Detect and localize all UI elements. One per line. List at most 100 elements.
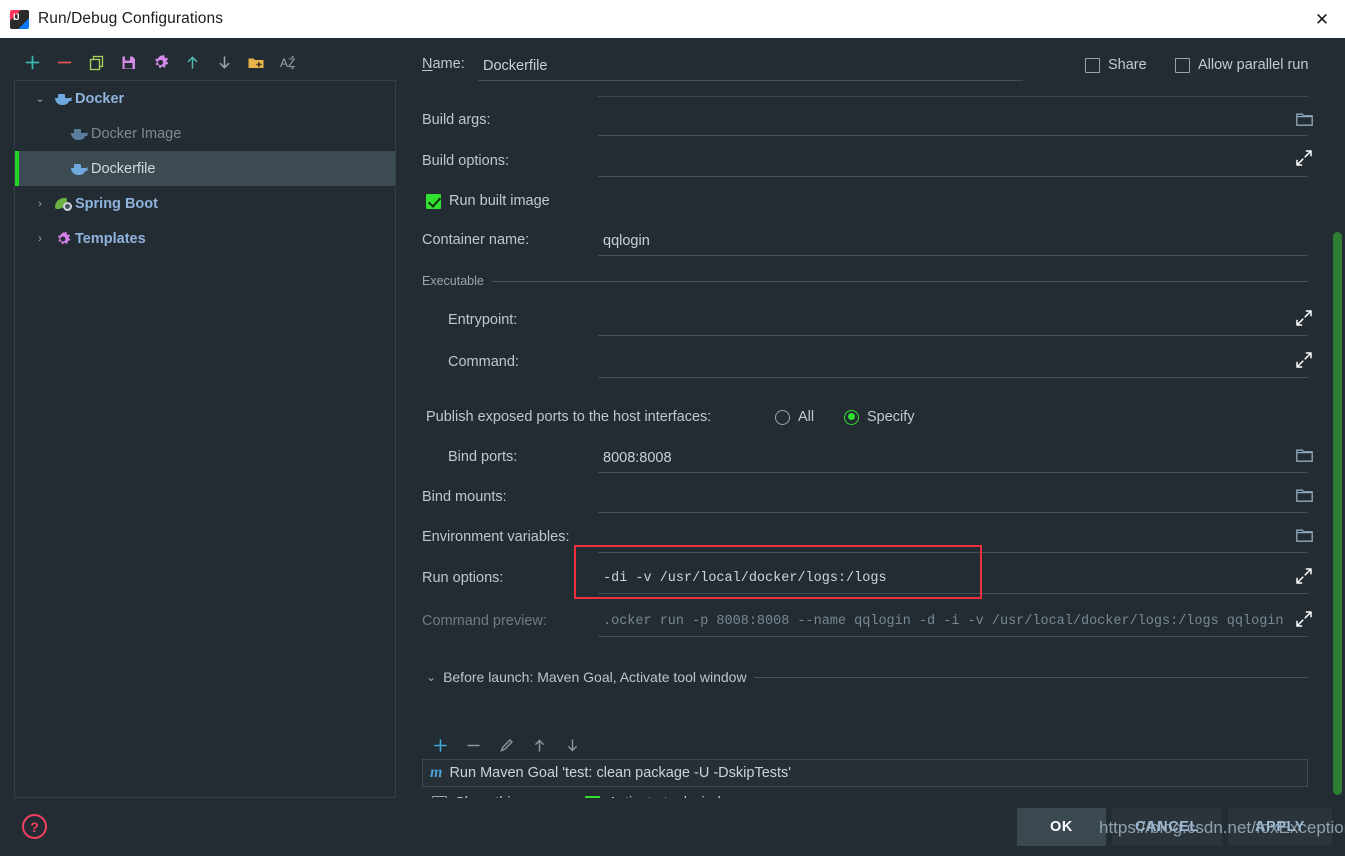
tree-item-templates[interactable]: › Templates bbox=[15, 221, 395, 256]
publish-ports-label: Publish exposed ports to the host interf… bbox=[426, 409, 712, 425]
build-args-label: Build args: bbox=[422, 112, 491, 128]
build-args-browse-icon[interactable] bbox=[1296, 112, 1313, 131]
command-expand-icon[interactable] bbox=[1296, 352, 1312, 373]
move-down-button[interactable] bbox=[208, 48, 240, 76]
before-launch-divider bbox=[753, 676, 1308, 678]
close-icon[interactable]: ✕ bbox=[1299, 0, 1345, 38]
executable-section-header: Executable bbox=[422, 274, 1308, 288]
run-options-field[interactable]: -di -v /usr/local/docker/logs:/logs bbox=[598, 564, 1308, 594]
ports-all-radio[interactable]: All bbox=[775, 409, 814, 425]
bind-ports-field[interactable]: 8008:8008 bbox=[598, 443, 1308, 473]
run-built-image-checkbox-box[interactable] bbox=[426, 193, 441, 209]
apply-button[interactable]: APPLY bbox=[1228, 808, 1332, 846]
vertical-scrollbar[interactable] bbox=[1333, 232, 1342, 795]
chevron-right-icon[interactable]: › bbox=[29, 233, 51, 245]
share-label: Share bbox=[1108, 57, 1147, 73]
container-name-label: Container name: bbox=[422, 232, 530, 248]
before-launch-toolbar bbox=[424, 733, 589, 757]
move-task-up-button[interactable] bbox=[523, 733, 556, 757]
ports-specify-radio[interactable]: Specify bbox=[844, 409, 915, 425]
tree-item-label: Templates bbox=[75, 230, 146, 247]
command-preview-label: Command preview: bbox=[422, 613, 547, 629]
run-options-expand-icon[interactable] bbox=[1296, 568, 1312, 589]
save-configuration-button[interactable] bbox=[112, 48, 144, 76]
bind-mounts-browse-icon[interactable] bbox=[1296, 488, 1313, 507]
run-options-label: Run options: bbox=[422, 570, 504, 586]
ports-all-radio-button[interactable] bbox=[775, 409, 790, 425]
command-preview-field: .ocker run -p 8008:8008 --name qqlogin -… bbox=[598, 607, 1308, 637]
help-icon[interactable]: ? bbox=[22, 814, 47, 839]
tree-item-dockerfile[interactable]: Dockerfile bbox=[15, 151, 395, 186]
configurations-toolbar: AZ bbox=[16, 48, 304, 76]
ok-button[interactable]: OK bbox=[1017, 808, 1106, 846]
sort-configurations-button[interactable]: AZ bbox=[272, 48, 304, 76]
chevron-down-icon[interactable]: ⌄ bbox=[426, 670, 436, 684]
command-preview-expand-icon[interactable] bbox=[1296, 611, 1312, 632]
chevron-right-icon[interactable]: › bbox=[29, 198, 51, 210]
environment-variables-browse-icon[interactable] bbox=[1296, 528, 1313, 547]
remove-configuration-button[interactable] bbox=[48, 48, 80, 76]
name-label-rest: ame: bbox=[432, 56, 465, 72]
move-task-down-button[interactable] bbox=[556, 733, 589, 757]
build-options-field[interactable] bbox=[598, 147, 1308, 177]
add-configuration-button[interactable] bbox=[16, 48, 48, 76]
add-before-launch-task-button[interactable] bbox=[424, 733, 457, 757]
clipped-text-row bbox=[420, 786, 1300, 798]
entrypoint-label: Entrypoint: bbox=[448, 312, 518, 328]
allow-parallel-run-checkbox-box[interactable] bbox=[1175, 57, 1190, 73]
entrypoint-expand-icon[interactable] bbox=[1296, 310, 1312, 331]
bind-ports-label: Bind ports: bbox=[448, 449, 518, 465]
docker-whale-icon bbox=[67, 127, 91, 140]
ports-specify-label: Specify bbox=[867, 409, 915, 425]
ports-specify-radio-button[interactable] bbox=[844, 409, 859, 425]
chevron-down-icon[interactable]: ⌄ bbox=[29, 92, 51, 105]
before-launch-header[interactable]: ⌄ Before launch: Maven Goal, Activate to… bbox=[426, 669, 1308, 685]
before-launch-task-row[interactable]: m Run Maven Goal 'test: clean package -U… bbox=[422, 759, 1308, 787]
environment-variables-field[interactable] bbox=[598, 523, 1308, 553]
bind-ports-browse-icon[interactable] bbox=[1296, 448, 1313, 467]
name-field[interactable]: Dockerfile bbox=[478, 51, 1023, 81]
copy-configuration-button[interactable] bbox=[80, 48, 112, 76]
allow-parallel-run-checkbox[interactable]: Allow parallel run bbox=[1175, 57, 1308, 73]
clipped-text bbox=[420, 786, 1300, 793]
tree-item-docker-image[interactable]: Docker Image bbox=[15, 116, 395, 151]
configurations-tree: ⌄ Docker Docker Image Dockerfile › Sprin… bbox=[14, 80, 396, 798]
window-title: Run/Debug Configurations bbox=[38, 10, 224, 27]
tree-item-label: Docker bbox=[75, 90, 125, 107]
executable-section-divider bbox=[491, 280, 1308, 282]
intellij-idea-logo-icon bbox=[10, 9, 29, 29]
executable-section-label: Executable bbox=[422, 274, 484, 288]
container-name-field[interactable]: qqlogin bbox=[598, 226, 1308, 256]
scroll-area-top-divider bbox=[598, 96, 1308, 97]
run-built-image-checkbox[interactable]: Run built image bbox=[426, 193, 550, 209]
tree-item-label: Dockerfile bbox=[91, 160, 156, 177]
command-label: Command: bbox=[448, 354, 519, 370]
command-field[interactable] bbox=[598, 348, 1308, 378]
name-value: Dockerfile bbox=[483, 58, 548, 74]
build-args-field[interactable] bbox=[598, 106, 1308, 136]
tree-item-docker[interactable]: ⌄ Docker bbox=[15, 81, 395, 116]
cancel-button[interactable]: CANCEL bbox=[1112, 808, 1222, 846]
entrypoint-field[interactable] bbox=[598, 306, 1308, 336]
tree-item-label: Spring Boot bbox=[75, 195, 158, 212]
pencil-icon[interactable] bbox=[490, 733, 523, 757]
name-label: Name: bbox=[422, 56, 465, 72]
docker-whale-icon bbox=[51, 92, 75, 105]
tree-item-spring-boot[interactable]: › Spring Boot bbox=[15, 186, 395, 221]
bind-ports-value: 8008:8008 bbox=[603, 450, 672, 466]
window-title-bar: Run/Debug Configurations ✕ bbox=[0, 0, 1345, 38]
bind-mounts-field[interactable] bbox=[598, 483, 1308, 513]
move-up-button[interactable] bbox=[176, 48, 208, 76]
share-checkbox-box[interactable] bbox=[1085, 57, 1100, 73]
before-launch-task-label: Run Maven Goal 'test: clean package -U -… bbox=[449, 765, 792, 781]
remove-before-launch-task-button[interactable] bbox=[457, 733, 490, 757]
bind-mounts-label: Bind mounts: bbox=[422, 489, 507, 505]
gear-icon[interactable] bbox=[144, 48, 176, 76]
container-name-value: qqlogin bbox=[603, 233, 650, 249]
maven-icon: m bbox=[430, 764, 443, 781]
share-checkbox[interactable]: Share bbox=[1085, 57, 1147, 73]
new-folder-button[interactable] bbox=[240, 48, 272, 76]
environment-variables-label: Environment variables: bbox=[422, 529, 570, 545]
build-options-expand-icon[interactable] bbox=[1296, 150, 1312, 171]
spring-leaf-icon bbox=[51, 197, 75, 211]
